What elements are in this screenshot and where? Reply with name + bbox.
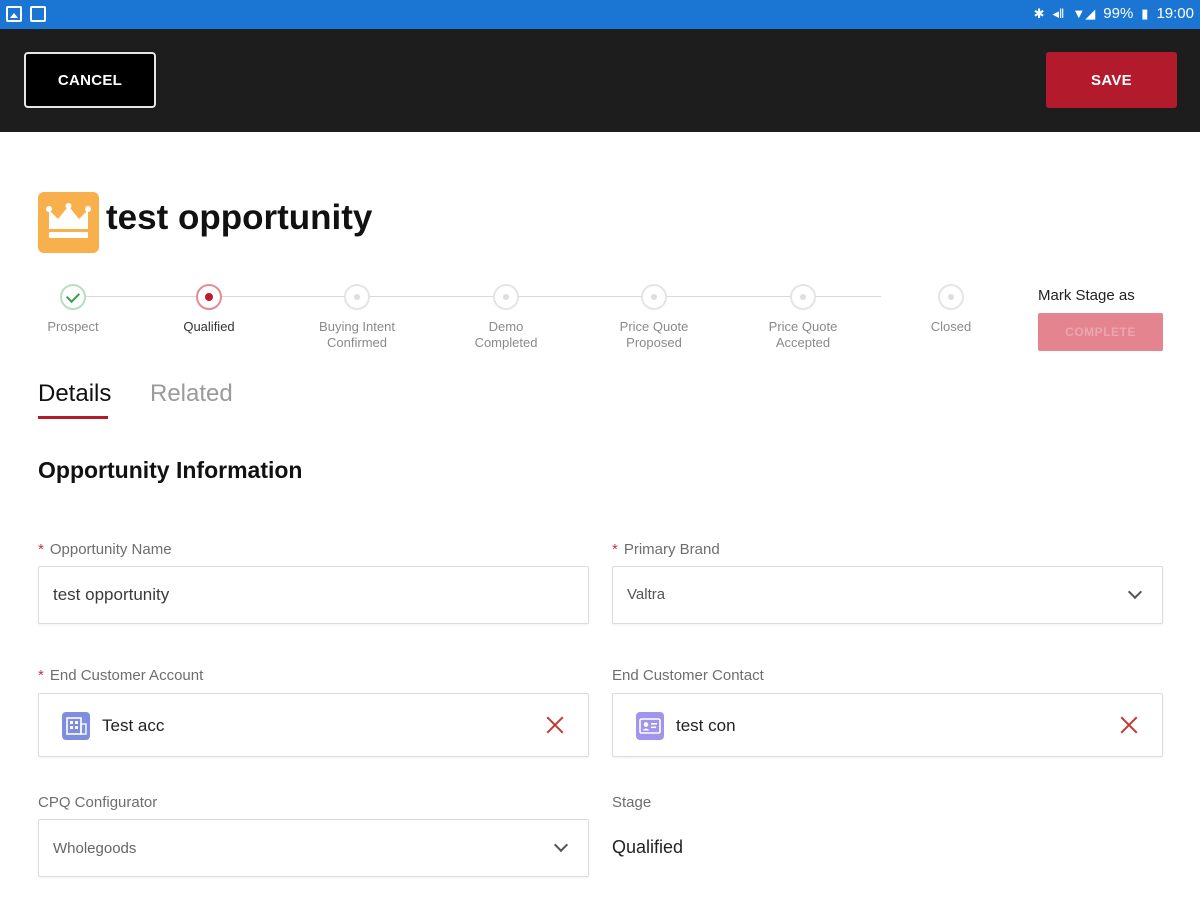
cpq-configurator-select[interactable]: Wholegoods (38, 819, 589, 877)
end-customer-contact-value: test con (676, 716, 736, 735)
stage-label-line1: Price Quote (768, 319, 838, 334)
battery-level: 99% (1103, 5, 1134, 22)
pending-stage-icon (641, 284, 667, 310)
stage-label-line2: Completed (474, 335, 538, 350)
stage-label-line2: Confirmed (327, 335, 387, 350)
required-marker: * (38, 541, 44, 558)
end-customer-contact-label-text: End Customer Contact (612, 667, 764, 684)
cpq-configurator-label: CPQ Configurator (38, 794, 157, 811)
wifi-signal-icon: ▼◢ (1072, 5, 1096, 21)
current-stage-icon (196, 284, 222, 310)
section-title: Opportunity Information (38, 457, 303, 483)
stage-price-quote-accepted[interactable]: Price Quote Accepted (743, 282, 863, 351)
stage-qualified[interactable]: Qualified (149, 282, 269, 335)
stage-price-quote-proposed[interactable]: Price Quote Proposed (594, 282, 714, 351)
save-button[interactable]: SAVE (1046, 52, 1177, 108)
stage-value: Qualified (612, 837, 684, 857)
mark-stage-label: Mark Stage as (1038, 287, 1135, 304)
cancel-button[interactable]: CANCEL (24, 52, 156, 108)
end-customer-account-lookup[interactable]: Test acc (38, 693, 589, 757)
stage-path: Prospect Qualified Buying Intent Confirm… (40, 282, 980, 362)
end-customer-account-label-text: End Customer Account (49, 667, 204, 684)
file-notification-icon (30, 6, 46, 22)
end-customer-account-label: * End Customer Account (38, 667, 203, 684)
primary-brand-select[interactable]: Valtra (612, 566, 1163, 624)
tab-related[interactable]: Related (150, 380, 233, 408)
stage-label-line1: Buying Intent (319, 319, 395, 334)
pending-stage-icon (938, 284, 964, 310)
bluetooth-icon: ✱ (1033, 5, 1045, 21)
pending-stage-icon (790, 284, 816, 310)
opportunity-name-label: * Opportunity Name (38, 541, 172, 558)
primary-brand-label: * Primary Brand (612, 541, 720, 558)
opportunity-name-value: test opportunity (53, 585, 170, 604)
stage-prospect[interactable]: Prospect (13, 282, 133, 335)
primary-brand-label-text: Primary Brand (623, 541, 720, 558)
opportunity-name-label-text: Opportunity Name (49, 541, 172, 558)
action-bar: CANCEL SAVE (0, 29, 1200, 132)
stage-demo-completed[interactable]: Demo Completed (446, 282, 566, 351)
cpq-configurator-label-text: CPQ Configurator (38, 794, 158, 811)
battery-icon: ▮ (1141, 5, 1149, 21)
stage-label-line2: Accepted (775, 335, 831, 350)
stage-label-line1: Closed (930, 319, 972, 334)
stage-label: Stage (612, 794, 651, 811)
gallery-notification-icon (6, 6, 22, 22)
cpq-configurator-value: Wholegoods (53, 840, 137, 857)
crown-icon (38, 192, 99, 253)
clock: 19:00 (1156, 5, 1194, 22)
chevron-down-icon (1127, 584, 1143, 600)
required-marker: * (612, 541, 618, 558)
required-marker: * (38, 667, 44, 684)
end-customer-contact-lookup[interactable]: test con (612, 693, 1163, 757)
primary-brand-value: Valtra (627, 586, 666, 603)
stage-buying-intent-confirmed[interactable]: Buying Intent Confirmed (297, 282, 417, 351)
end-customer-account-value: Test acc (102, 716, 165, 735)
stage-label-line1: Qualified (183, 319, 235, 334)
system-status-bar: ✱ ◂ǁ ▼◢ 99% ▮ 19:00 (0, 0, 1200, 29)
mute-icon: ◂ǁ (1052, 5, 1065, 21)
pending-stage-icon (344, 284, 370, 310)
page-title: test opportunity (106, 198, 373, 237)
stage-closed[interactable]: Closed (891, 282, 1011, 335)
stage-label-line1: Prospect (47, 319, 99, 334)
tab-details[interactable]: Details (38, 380, 111, 408)
contact-icon (636, 712, 664, 740)
pending-stage-icon (493, 284, 519, 310)
check-icon (60, 284, 86, 310)
active-tab-indicator (38, 416, 108, 419)
opportunity-name-input[interactable]: test opportunity (38, 566, 589, 624)
stage-label-line1: Demo (488, 319, 524, 334)
stage-label-line2: Proposed (626, 335, 682, 350)
clear-contact-icon[interactable] (1119, 715, 1139, 735)
clear-account-icon[interactable] (545, 715, 565, 735)
chevron-down-icon (553, 837, 569, 853)
mark-complete-button[interactable]: COMPLETE (1038, 313, 1163, 351)
stage-label-text: Stage (612, 794, 652, 811)
account-icon (62, 712, 90, 740)
stage-label-line1: Price Quote (619, 319, 689, 334)
end-customer-contact-label: End Customer Contact (612, 667, 764, 684)
